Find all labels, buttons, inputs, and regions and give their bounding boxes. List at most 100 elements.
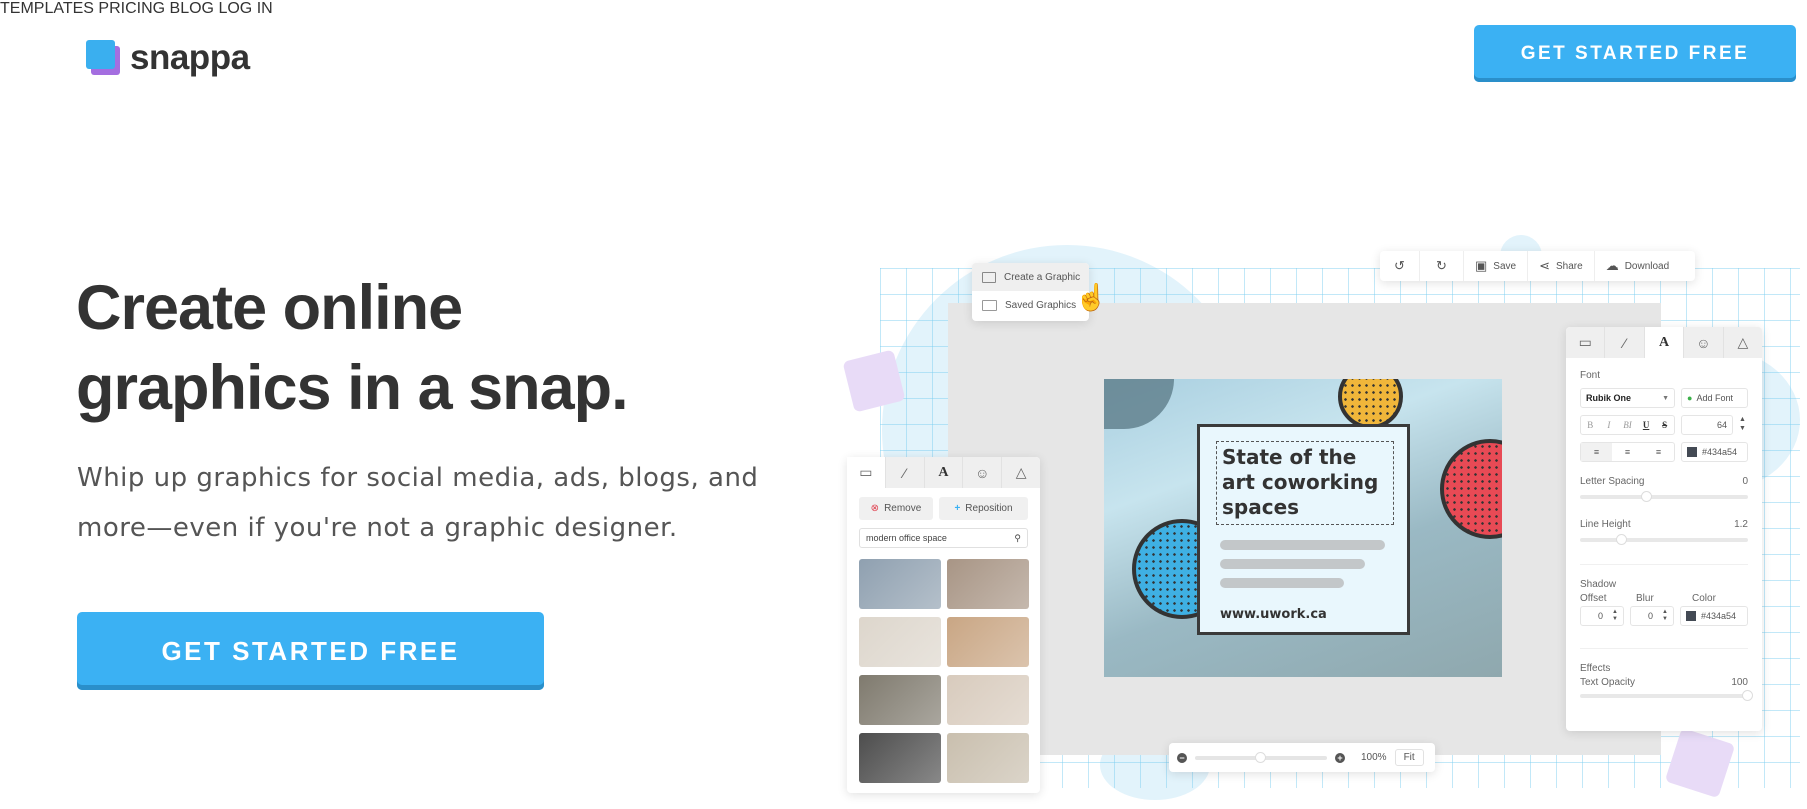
image-thumbnail[interactable] — [947, 617, 1029, 667]
share-label: Share — [1556, 260, 1583, 272]
shadow-color-label: Color — [1692, 593, 1716, 604]
redo-button[interactable]: ↻ — [1420, 251, 1464, 281]
text-style-group: B I BI U S — [1580, 415, 1675, 435]
logo[interactable]: snappa — [86, 38, 250, 78]
font-size-input[interactable]: 64 — [1681, 415, 1733, 435]
search-value: modern office space — [866, 533, 947, 543]
menu-item-saved-graphics[interactable]: Saved Graphics — [972, 291, 1089, 319]
image-thumbnail[interactable] — [859, 675, 941, 725]
bold-italic-button[interactable]: BI — [1618, 420, 1637, 430]
graphics-menu: Create a Graphic Saved Graphics — [972, 263, 1089, 321]
design-url[interactable]: www.uwork.ca — [1220, 607, 1327, 622]
zoom-bar: − + 100% Fit — [1169, 743, 1435, 772]
floppy-disk-icon: ▣ — [1475, 258, 1488, 273]
undo-icon: ↺ — [1394, 258, 1405, 273]
strikethrough-button[interactable]: S — [1655, 420, 1674, 430]
design-title-line: State of the — [1222, 445, 1357, 469]
nav-pricing[interactable]: PRICING — [98, 0, 165, 17]
tab-emoji[interactable]: ☺ — [1684, 327, 1724, 358]
align-right-icon[interactable]: ≡ — [1643, 447, 1674, 457]
save-button[interactable]: ▣ Save — [1464, 251, 1529, 281]
nav-login[interactable]: LOG IN — [218, 0, 272, 17]
image-thumbnail[interactable] — [859, 559, 941, 609]
stepper-icon[interactable]: ▲ ▼ — [1612, 609, 1618, 623]
add-font-button[interactable]: ● Add Font — [1681, 388, 1748, 408]
menu-item-label: Create a Graphic — [1004, 271, 1081, 283]
tab-shape[interactable]: △ — [1002, 457, 1040, 488]
nav-templates[interactable]: TEMPLATES — [0, 0, 94, 17]
align-left-icon[interactable]: ≡ — [1581, 443, 1612, 461]
italic-button[interactable]: I — [1600, 420, 1619, 430]
line-height-label: Line Height — [1580, 519, 1631, 530]
tab-shape[interactable]: △ — [1724, 327, 1762, 358]
tab-text[interactable]: A — [925, 457, 964, 488]
font-value: Rubik One — [1586, 393, 1632, 403]
text-icon: A — [938, 464, 949, 480]
line-height-slider[interactable] — [1580, 534, 1748, 545]
image-thumbnail[interactable] — [859, 617, 941, 667]
nav-blog[interactable]: BLOG — [170, 0, 214, 17]
image-thumbnail[interactable] — [947, 675, 1029, 725]
image-thumbnail[interactable] — [947, 559, 1029, 609]
shadow-color-picker[interactable]: #434a54 — [1680, 606, 1748, 626]
stepper-icon[interactable]: ▲ ▼ — [1662, 609, 1668, 623]
slider-handle[interactable] — [1641, 491, 1653, 502]
panel-tabs: ▭ ⁄ A ☺ △ — [847, 457, 1040, 488]
color-swatch — [1687, 447, 1697, 457]
design-title-line: art coworking — [1222, 470, 1379, 494]
share-button[interactable]: ⋖ Share — [1528, 251, 1595, 281]
image-icon — [982, 271, 996, 283]
add-font-label: Add Font — [1696, 393, 1733, 403]
placeholder-line — [1220, 540, 1385, 550]
zoom-slider[interactable] — [1195, 751, 1327, 763]
tab-magic[interactable]: ⁄ — [1605, 327, 1645, 358]
text-color-picker[interactable]: #434a54 — [1681, 442, 1748, 462]
reposition-button[interactable]: + Reposition — [939, 497, 1028, 520]
tab-image[interactable]: ▭ — [847, 457, 886, 488]
text-properties-panel: ▭ ⁄ A ☺ △ Font Rubik One ▼ ● Add Font B … — [1566, 327, 1762, 731]
font-size-stepper[interactable]: ▲ ▼ — [1739, 415, 1746, 435]
red-dot-circle[interactable] — [1440, 439, 1502, 539]
header-get-started-button[interactable]: GET STARTED FREE — [1474, 25, 1796, 82]
fit-button[interactable]: Fit — [1394, 749, 1424, 766]
tab-image[interactable]: ▭ — [1566, 327, 1606, 358]
design-artboard[interactable]: State of the art coworking spaces www.uw… — [1104, 379, 1502, 677]
slider-handle[interactable] — [1616, 534, 1627, 545]
align-center-icon[interactable]: ≡ — [1612, 447, 1643, 457]
font-select[interactable]: Rubik One ▼ — [1580, 388, 1675, 408]
underline-button[interactable]: U — [1637, 420, 1656, 430]
undo-button[interactable]: ↺ — [1380, 251, 1420, 281]
design-title[interactable]: State of the art coworking spaces — [1222, 445, 1378, 520]
logo-text: snappa — [130, 38, 250, 77]
yellow-dot-circle[interactable] — [1338, 379, 1403, 429]
zoom-in-icon[interactable]: + — [1335, 752, 1345, 763]
image-search-input[interactable]: modern office space ⚲ — [859, 528, 1028, 548]
cloud-download-icon: ☁ — [1605, 258, 1619, 273]
tab-emoji[interactable]: ☺ — [963, 457, 1003, 488]
image-thumbnail[interactable] — [947, 733, 1029, 783]
bold-button[interactable]: B — [1581, 420, 1600, 430]
menu-item-create-graphic[interactable]: Create a Graphic — [972, 263, 1089, 291]
hero-title-line-1: Create online — [76, 273, 463, 343]
menu-item-label: Saved Graphics — [1005, 299, 1077, 311]
magic-wand-icon: ⁄ — [903, 464, 906, 481]
tab-magic[interactable]: ⁄ — [886, 457, 925, 488]
shadow-offset-input[interactable]: 0 ▲ ▼ — [1580, 606, 1624, 626]
shadow-blur-input[interactable]: 0 ▲ ▼ — [1630, 606, 1674, 626]
remove-button[interactable]: ⊗ Remove — [859, 497, 933, 520]
slider-handle[interactable] — [1255, 751, 1266, 763]
remove-icon: ⊗ — [870, 503, 880, 514]
letter-spacing-value: 0 — [1742, 476, 1748, 487]
zoom-out-icon[interactable]: − — [1177, 752, 1187, 763]
logo-mark-icon — [86, 40, 122, 76]
text-card[interactable]: State of the art coworking spaces www.uw… — [1197, 424, 1410, 635]
tab-text[interactable]: A — [1644, 327, 1685, 358]
letter-spacing-slider[interactable] — [1580, 491, 1748, 502]
download-button[interactable]: ☁ Download — [1595, 251, 1680, 281]
opacity-slider[interactable] — [1580, 690, 1753, 701]
hero-title: Create online graphics in a snap. — [76, 268, 629, 428]
image-thumbnail[interactable] — [859, 733, 941, 783]
slider-handle[interactable] — [1742, 690, 1753, 701]
hero-get-started-button[interactable]: GET STARTED FREE — [77, 612, 544, 690]
opacity-value: 100 — [1731, 677, 1748, 688]
